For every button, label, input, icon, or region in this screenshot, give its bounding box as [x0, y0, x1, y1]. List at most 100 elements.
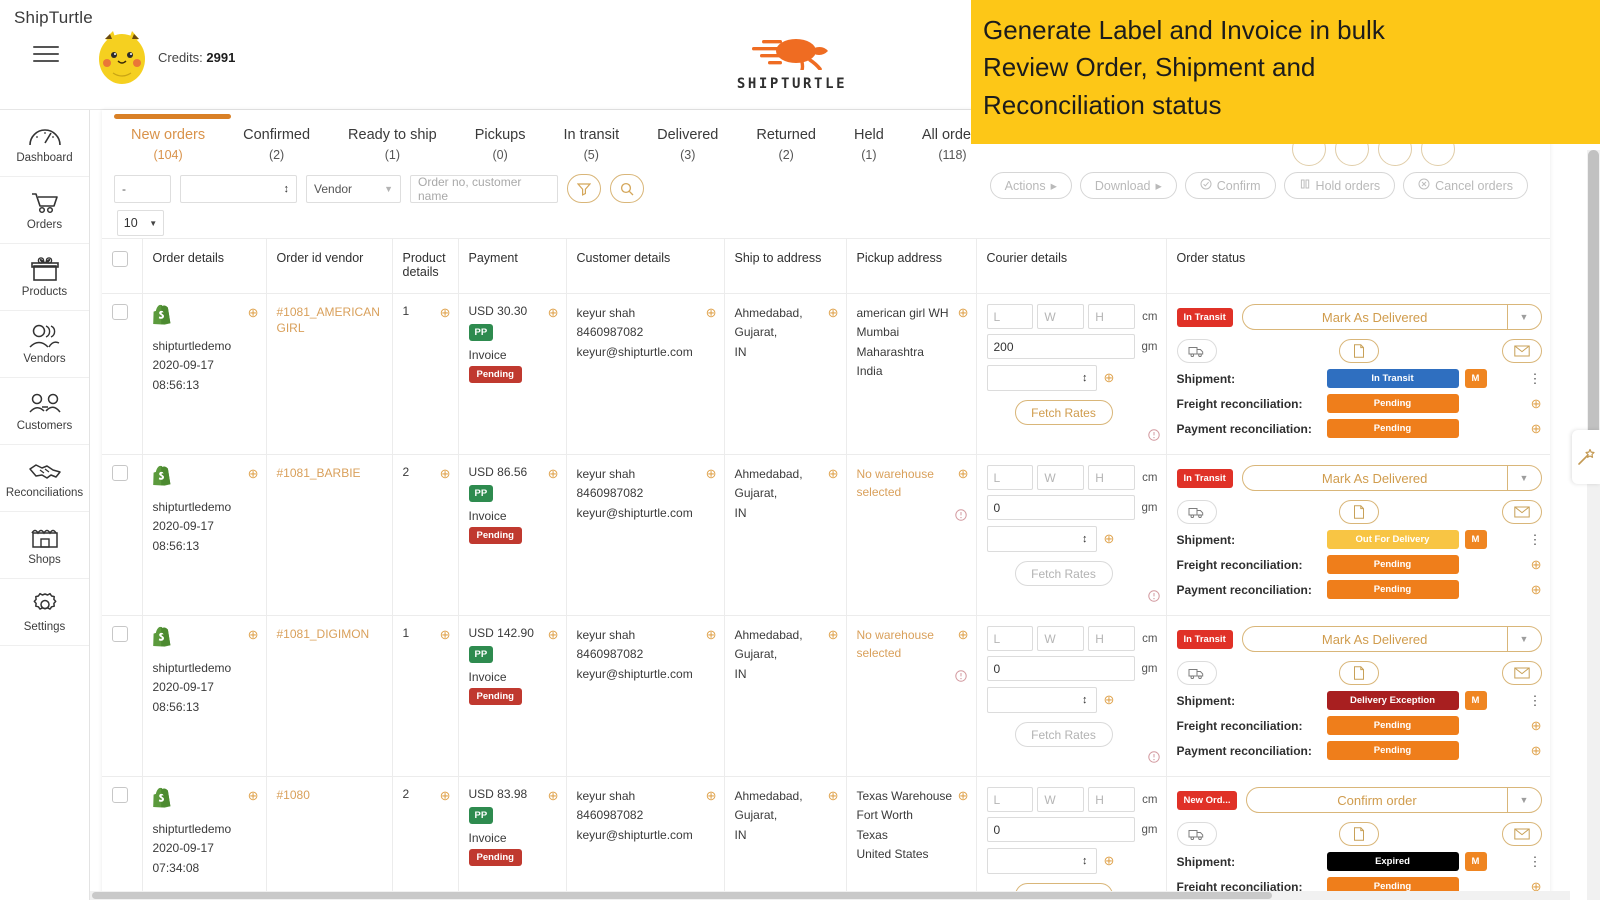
manifest-chip[interactable]: M — [1464, 530, 1487, 549]
invoice-document-icon[interactable] — [1339, 339, 1379, 363]
length-input[interactable]: L — [986, 304, 1034, 329]
magnifier-icon[interactable] — [610, 174, 644, 203]
chevron-down-icon[interactable]: ▼ — [1506, 305, 1541, 329]
manifest-chip[interactable]: M — [1464, 369, 1487, 388]
sidebar-item-products[interactable]: Products — [0, 244, 89, 311]
expand-plus-icon[interactable]: ⊕ — [248, 627, 259, 643]
sidebar-item-customers[interactable]: Customers — [0, 378, 89, 445]
confirm-button[interactable]: Confirm — [1184, 172, 1276, 199]
shipment-status-chip[interactable]: In Transit — [1326, 369, 1459, 388]
expand-plus-icon[interactable]: ⊕ — [828, 627, 839, 643]
courier-select[interactable]: ↕ — [986, 526, 1097, 552]
courier-select[interactable]: ↕ — [986, 365, 1097, 391]
tab-in-transit[interactable]: In transit (5) — [544, 125, 638, 164]
invoice-document-icon[interactable] — [1339, 661, 1379, 685]
row-checkbox[interactable] — [112, 787, 128, 803]
row-checkbox[interactable] — [112, 465, 128, 481]
shipping-truck-icon[interactable] — [1176, 339, 1217, 363]
vertical-scrollbar[interactable] — [1587, 150, 1600, 900]
tab-ready-to-ship[interactable]: Ready to ship (1) — [329, 125, 456, 164]
tab-new-orders[interactable]: New orders (104) — [112, 125, 224, 164]
shipment-status-chip[interactable]: Delivery Exception — [1326, 691, 1459, 710]
expand-plus-icon[interactable]: ⊕ — [440, 627, 451, 643]
row-checkbox[interactable] — [112, 304, 128, 320]
add-freight-icon[interactable]: ⊕ — [1531, 557, 1542, 573]
weight-input[interactable]: 0 — [986, 495, 1135, 520]
add-courier-icon[interactable]: ⊕ — [1104, 692, 1115, 708]
row-menu-icon[interactable]: ⋮ — [1529, 371, 1542, 387]
expand-plus-icon[interactable]: ⊕ — [958, 788, 969, 804]
shipping-truck-icon[interactable] — [1176, 661, 1217, 685]
sidebar-item-shops[interactable]: Shops — [0, 512, 89, 579]
funnel-icon[interactable] — [567, 174, 601, 203]
expand-plus-icon[interactable]: ⊕ — [706, 627, 717, 643]
tab-held[interactable]: Held (1) — [835, 125, 903, 164]
tab-returned[interactable]: Returned (2) — [737, 125, 835, 164]
payment-status-chip[interactable]: Pending — [1326, 580, 1459, 599]
row-checkbox[interactable] — [112, 626, 128, 642]
order-id-link[interactable]: #1080 — [277, 788, 310, 802]
courier-select[interactable]: ↕ — [986, 848, 1097, 874]
add-courier-icon[interactable]: ⊕ — [1104, 370, 1115, 386]
fetch-rates-button[interactable]: Fetch Rates — [1014, 722, 1113, 747]
height-input[interactable]: H — [1088, 626, 1136, 651]
add-courier-icon[interactable]: ⊕ — [1104, 853, 1115, 869]
courier-select[interactable]: ↕ — [986, 687, 1097, 713]
length-input[interactable]: L — [986, 787, 1034, 812]
shipment-status-chip[interactable]: Out For Delivery — [1326, 530, 1459, 549]
expand-plus-icon[interactable]: ⊕ — [706, 788, 717, 804]
sidebar-item-dashboard[interactable]: Dashboard — [0, 110, 89, 177]
expand-plus-icon[interactable]: ⊕ — [440, 305, 451, 321]
sidebar-item-orders[interactable]: Orders — [0, 177, 89, 244]
tab-pickups[interactable]: Pickups (0) — [456, 125, 545, 164]
width-input[interactable]: W — [1037, 787, 1085, 812]
height-input[interactable]: H — [1088, 304, 1136, 329]
scrollbar-thumb[interactable] — [92, 892, 1272, 899]
cancel-orders-button[interactable]: Cancel orders — [1403, 172, 1528, 199]
weight-input[interactable]: 0 — [986, 656, 1135, 681]
chevron-down-icon[interactable]: ▼ — [1506, 627, 1541, 651]
payment-status-chip[interactable]: Pending — [1326, 741, 1459, 760]
manifest-chip[interactable]: M — [1464, 852, 1487, 871]
magic-wand-icon[interactable] — [1572, 430, 1600, 484]
fetch-rates-button[interactable]: Fetch Rates — [1014, 400, 1113, 425]
fetch-rates-button[interactable]: Fetch Rates — [1014, 561, 1113, 586]
row-menu-icon[interactable]: ⋮ — [1529, 693, 1542, 709]
row-menu-icon[interactable]: ⋮ — [1529, 532, 1542, 548]
expand-plus-icon[interactable]: ⊕ — [248, 305, 259, 321]
sidebar-item-vendors[interactable]: Vendors — [0, 311, 89, 378]
sidebar-item-reconciliations[interactable]: Reconciliations — [0, 445, 89, 512]
shipment-status-chip[interactable]: Expired — [1326, 852, 1459, 871]
shipping-truck-icon[interactable] — [1176, 822, 1217, 846]
width-input[interactable]: W — [1037, 304, 1085, 329]
date-filter-input[interactable]: - — [114, 174, 171, 203]
length-input[interactable]: L — [986, 465, 1034, 490]
search-input[interactable]: Order no, customer name — [410, 174, 558, 203]
expand-plus-icon[interactable]: ⊕ — [706, 466, 717, 482]
invoice-document-icon[interactable] — [1339, 500, 1379, 524]
expand-plus-icon[interactable]: ⊕ — [248, 788, 259, 804]
width-input[interactable]: W — [1037, 465, 1085, 490]
length-input[interactable]: L — [986, 626, 1034, 651]
expand-plus-icon[interactable]: ⊕ — [828, 466, 839, 482]
weight-input[interactable]: 200 — [986, 334, 1135, 359]
sidebar-item-settings[interactable]: Settings — [0, 579, 89, 646]
add-courier-icon[interactable]: ⊕ — [1104, 531, 1115, 547]
freight-status-chip[interactable]: Pending — [1326, 555, 1459, 574]
expand-plus-icon[interactable]: ⊕ — [828, 788, 839, 804]
page-size-select[interactable]: 10 ▼ — [117, 210, 164, 236]
hold-orders-button[interactable]: Hold orders — [1283, 172, 1396, 199]
email-envelope-icon[interactable] — [1501, 339, 1542, 363]
expand-plus-icon[interactable]: ⊕ — [248, 466, 259, 482]
height-input[interactable]: H — [1088, 787, 1136, 812]
shipping-truck-icon[interactable] — [1176, 500, 1217, 524]
add-freight-icon[interactable]: ⊕ — [1531, 718, 1542, 734]
expand-plus-icon[interactable]: ⊕ — [548, 627, 559, 643]
chevron-down-icon[interactable]: ▼ — [1506, 466, 1541, 490]
expand-plus-icon[interactable]: ⊕ — [440, 466, 451, 482]
height-input[interactable]: H — [1088, 465, 1136, 490]
add-payment-icon[interactable]: ⊕ — [1531, 743, 1542, 759]
row-menu-icon[interactable]: ⋮ — [1529, 854, 1542, 870]
horizontal-scrollbar[interactable] — [90, 891, 1570, 900]
weight-input[interactable]: 0 — [986, 817, 1135, 842]
